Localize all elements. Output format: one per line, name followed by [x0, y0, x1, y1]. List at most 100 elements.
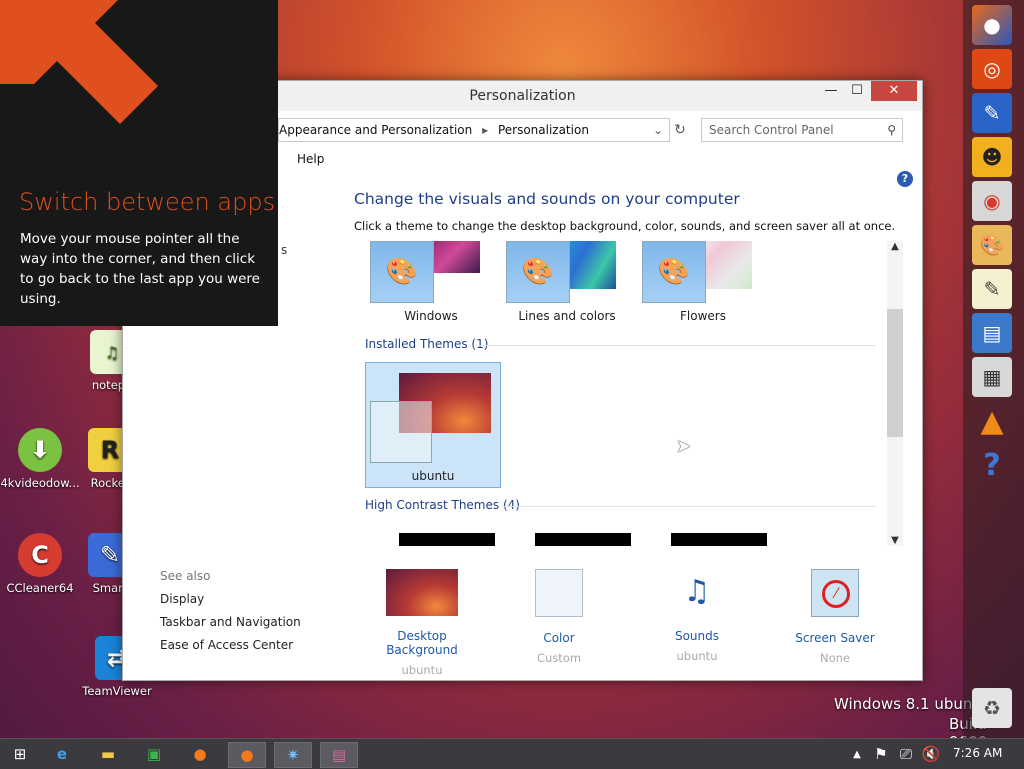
dock-drawing-icon[interactable]: ✎: [972, 93, 1012, 133]
theme-name: Lines and colors: [518, 309, 616, 323]
color-palette-icon: 🎨: [642, 241, 706, 303]
clock[interactable]: 7:26 AM: [953, 746, 1002, 760]
theme-thumbnail: 🎨: [364, 241, 498, 303]
desktop-icon-label: TeamViewer: [82, 684, 152, 698]
scroll-thumb[interactable]: [887, 309, 903, 437]
file-explorer-icon[interactable]: ▬: [90, 742, 126, 766]
theme-lines-and-colors[interactable]: 🎨 Lines and colors: [500, 241, 634, 323]
desktop-icon-4kvideodownloader[interactable]: ⬇ 4kvideodow...: [0, 428, 80, 490]
desktop-icon-ccleaner[interactable]: C CCleaner64: [0, 533, 80, 595]
personalization-window-icon[interactable]: ✷: [274, 742, 312, 768]
theme-thumbnail: 🎨: [636, 241, 770, 303]
desktop-background-thumbnail: [386, 569, 458, 616]
left-pane-fragment: s: [281, 243, 288, 257]
screen-saver-icon: ⁄: [811, 569, 859, 617]
page-heading: Change the visuals and sounds on your co…: [354, 190, 740, 208]
firefox-icon[interactable]: ●: [182, 742, 218, 766]
maximize-button[interactable]: ☐: [843, 81, 871, 101]
switch-apps-tip: Switch between apps Move your mouse poin…: [0, 0, 278, 326]
dock-notepad-icon[interactable]: ✎: [972, 269, 1012, 309]
theme-thumbnail: 🎨: [500, 241, 634, 303]
color-palette-icon: 🎨: [506, 241, 570, 303]
section-divider: [502, 506, 876, 507]
see-also-ease-of-access-link[interactable]: Ease of Access Center: [160, 638, 293, 652]
theme-name: Windows: [404, 309, 458, 323]
dock-firefox-icon[interactable]: ●: [972, 5, 1012, 45]
color-palette-icon: 🎨: [370, 241, 434, 303]
sounds-label: Sounds: [674, 629, 720, 643]
theme-color-swatch: [370, 401, 432, 463]
menu-help[interactable]: Help: [297, 152, 324, 166]
firefox-window-icon[interactable]: ●: [228, 742, 266, 768]
theme-flowers[interactable]: 🎨 Flowers: [636, 241, 770, 323]
action-center-flag-icon[interactable]: ⚑: [868, 742, 894, 766]
color-label: Color: [543, 631, 575, 645]
color-item[interactable]: Color Custom: [499, 569, 619, 665]
address-bar[interactable]: Appearance and Personalization ▸ Persona…: [278, 118, 670, 142]
dock-trash-icon[interactable]: ♻: [972, 688, 1012, 728]
arrow-up-left-icon: [0, 0, 158, 124]
taskbar: ⊞ e ▬ ▣ ● ● ✷ ▤ ▲ ⚑ ⎚ 🔇 7:26 AM: [0, 738, 1024, 769]
theme-high-contrast-2[interactable]: [535, 533, 631, 546]
screen-saver-item[interactable]: ⁄ Screen Saver None: [775, 569, 895, 665]
app-dock: ● ◎ ✎ ☻ ◉ 🎨 ✎ ▤ ▦ ▲ ? ♻: [963, 0, 1024, 738]
dock-ubuntu-icon[interactable]: ◎: [972, 49, 1012, 89]
prohibited-icon: ⁄: [822, 580, 850, 608]
scroll-up-icon[interactable]: ▲: [887, 241, 903, 252]
theme-high-contrast-3[interactable]: [671, 533, 767, 546]
see-also-title: See also: [160, 569, 211, 583]
dock-calculator-icon[interactable]: ▦: [972, 357, 1012, 397]
desktop-background-label: Desktop Background: [386, 629, 458, 657]
help-icon[interactable]: ?: [897, 171, 913, 187]
desktop-icon-label: CCleaner64: [6, 581, 74, 595]
color-swatch: [535, 569, 583, 617]
see-also-display-link[interactable]: Display: [160, 592, 204, 606]
dock-office-icon[interactable]: ▤: [972, 313, 1012, 353]
vertical-scrollbar[interactable]: ▲ ▼: [887, 241, 903, 546]
windows-logo-icon[interactable]: ⊞: [2, 742, 38, 766]
theme-windows[interactable]: 🎨 Windows: [364, 241, 498, 323]
ccleaner-icon: C: [18, 533, 62, 577]
dock-chrome-icon[interactable]: ◉: [972, 181, 1012, 221]
color-value: Custom: [536, 651, 582, 665]
breadcrumb-personalization[interactable]: Personalization: [498, 123, 589, 137]
desktop-background-item[interactable]: Desktop Background ubuntu: [362, 569, 482, 677]
theme-name: Flowers: [680, 309, 726, 323]
app-window-icon[interactable]: ▤: [320, 742, 358, 768]
store-icon[interactable]: ▣: [136, 742, 172, 766]
volume-muted-icon[interactable]: 🔇: [918, 742, 944, 766]
close-button[interactable]: ✕: [871, 81, 917, 101]
theme-list: 🎨 Windows 🎨 Lines and colors 🎨 Flowers I…: [354, 241, 906, 546]
4kvideodownloader-icon: ⬇: [18, 428, 62, 472]
dock-help-icon[interactable]: ?: [972, 445, 1012, 485]
search-input[interactable]: Search Control Panel ⚲: [701, 118, 903, 142]
dock-vlc-icon[interactable]: ▲: [972, 401, 1012, 441]
mouse-cursor-icon: ➤: [676, 436, 692, 457]
tip-title: Switch between apps: [19, 188, 276, 216]
installed-themes-label: Installed Themes (1): [365, 337, 489, 351]
scroll-down-icon[interactable]: ▼: [887, 535, 903, 546]
sounds-item[interactable]: ♫ Sounds ubuntu: [637, 569, 757, 663]
high-contrast-themes-label: High Contrast Themes (4): [365, 498, 520, 512]
page-subheading: Click a theme to change the desktop back…: [354, 219, 896, 233]
theme-ubuntu[interactable]: ubuntu: [365, 362, 501, 488]
dock-users-icon[interactable]: ☻: [972, 137, 1012, 177]
minimize-button[interactable]: —: [817, 81, 845, 101]
theme-high-contrast-1[interactable]: [399, 533, 495, 546]
refresh-icon[interactable]: ↻: [669, 118, 691, 142]
breadcrumb-separator: ▸: [482, 123, 489, 137]
screen-saver-value: None: [819, 651, 850, 665]
search-icon[interactable]: ⚲: [887, 119, 896, 141]
internet-explorer-icon[interactable]: e: [44, 742, 80, 766]
desktop-icon-label: 4kvideodow...: [0, 476, 80, 490]
sounds-value: ubuntu: [676, 649, 718, 663]
breadcrumb-appearance[interactable]: Appearance and Personalization: [279, 123, 472, 137]
dock-paint-icon[interactable]: 🎨: [972, 225, 1012, 265]
address-dropdown-icon[interactable]: ⌄: [653, 119, 663, 141]
theme-name: ubuntu: [411, 469, 455, 483]
sounds-icon: ♫: [683, 574, 711, 609]
network-icon[interactable]: ⎚: [893, 742, 919, 766]
screen-saver-label: Screen Saver: [795, 631, 875, 645]
desktop-background-value: ubuntu: [401, 663, 443, 677]
see-also-taskbar-link[interactable]: Taskbar and Navigation: [160, 615, 301, 629]
